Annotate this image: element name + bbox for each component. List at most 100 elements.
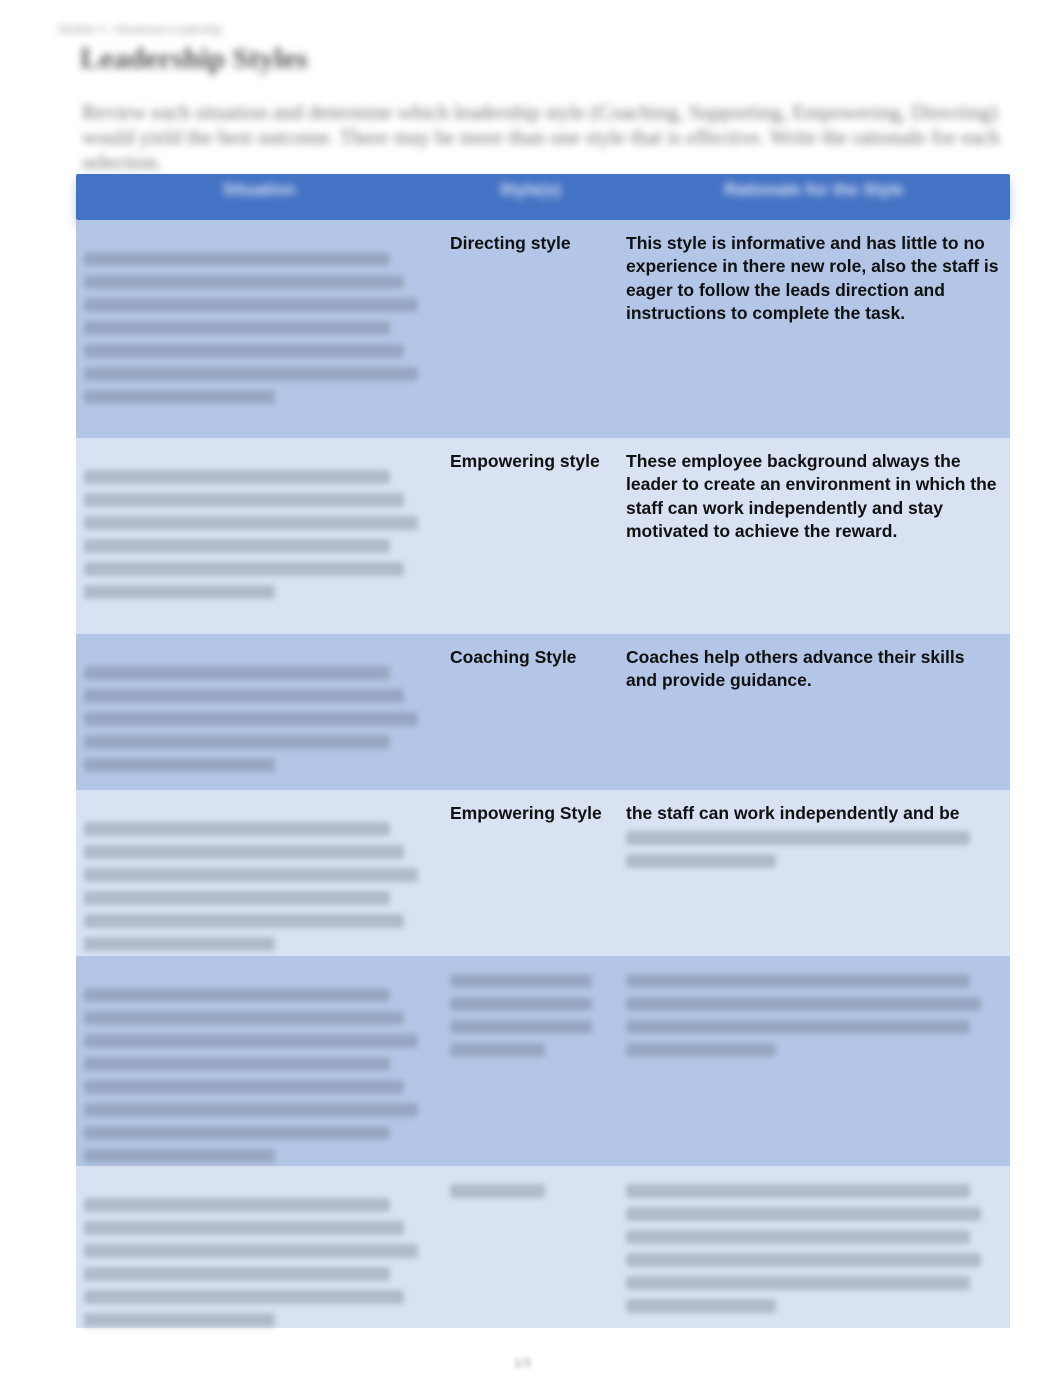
blurred-line — [626, 997, 982, 1011]
blurred-line — [84, 1290, 405, 1304]
situation-cell — [76, 220, 442, 438]
blurred-line — [84, 735, 391, 749]
blurred-line — [84, 914, 405, 928]
situation-text-blurred — [84, 232, 432, 404]
blurred-line — [84, 1034, 419, 1048]
blurred-line — [450, 1184, 545, 1198]
blurred-line — [84, 1057, 391, 1071]
blurred-line — [84, 1103, 419, 1117]
blurred-line — [626, 1020, 971, 1034]
table-row: Empowering Style the staff can work indep… — [76, 790, 1010, 956]
style-cell: Empowering Style — [442, 790, 618, 956]
blurred-line — [626, 831, 971, 846]
blurred-line — [450, 1020, 593, 1034]
blurred-line — [84, 344, 405, 358]
situation-text-blurred — [84, 1178, 432, 1327]
situation-text-blurred — [84, 646, 432, 772]
blurred-line — [626, 1184, 971, 1198]
style-text: Empowering style — [450, 451, 600, 471]
situation-text-blurred — [84, 450, 432, 599]
blurred-line — [84, 845, 405, 859]
rationale-text: the staff can work independently and be — [626, 803, 960, 823]
rationale-cell: These employee background always the lea… — [618, 438, 1010, 634]
blurred-line — [626, 1043, 776, 1057]
table-row: Coaching Style Coaches help others advanc… — [76, 634, 1010, 790]
header-style: Style(s) — [499, 180, 561, 199]
blurred-line — [84, 666, 391, 680]
blurred-line — [84, 493, 405, 507]
rationale-cell: This style is informative and has little… — [618, 220, 1010, 438]
style-cell — [442, 1166, 618, 1328]
blurred-line — [84, 1313, 276, 1327]
blurred-line — [450, 997, 593, 1011]
blurred-line — [626, 1230, 971, 1244]
blurred-line — [450, 1043, 545, 1057]
rationale-text: Coaches help others advance their skills… — [626, 647, 965, 691]
table-row — [76, 956, 1010, 1166]
leadership-styles-table: Situation Style(s) Rationale for the Sty… — [76, 174, 1010, 1328]
style-cell: Directing style — [442, 220, 618, 438]
blurred-line — [84, 1149, 276, 1163]
situation-cell — [76, 1166, 442, 1328]
blurred-line — [626, 854, 776, 869]
style-text: Coaching Style — [450, 647, 577, 667]
style-cell: Coaching Style — [442, 634, 618, 790]
blurred-line — [84, 712, 419, 726]
blurred-line — [84, 1011, 405, 1025]
blurred-line — [84, 1198, 391, 1212]
blurred-line — [84, 1244, 419, 1258]
blurred-line — [626, 974, 971, 988]
style-cell: Empowering style — [442, 438, 618, 634]
blurred-line — [84, 562, 405, 576]
rationale-text: This style is informative and has little… — [626, 233, 999, 323]
blurred-line — [626, 1276, 971, 1290]
blurred-line — [84, 891, 391, 905]
situation-cell — [76, 790, 442, 956]
rationale-text: These employee background always the lea… — [626, 451, 997, 541]
rationale-cell — [618, 956, 1010, 1166]
document-title: Leadership Styles — [80, 42, 308, 75]
blurred-line — [84, 252, 391, 266]
blurred-line — [84, 367, 419, 381]
situation-text-blurred — [84, 968, 432, 1163]
blurred-line — [84, 1221, 405, 1235]
situation-cell — [76, 438, 442, 634]
blurred-line — [84, 585, 276, 599]
situation-text-blurred — [84, 802, 432, 951]
blurred-line — [84, 1267, 391, 1281]
situation-cell — [76, 956, 442, 1166]
blurred-line — [450, 974, 593, 988]
situation-cell — [76, 634, 442, 790]
blurred-line — [84, 390, 276, 404]
table-row: Empowering style These employee backgroun… — [76, 438, 1010, 634]
blurred-line — [84, 1126, 391, 1140]
blurred-line — [84, 689, 405, 703]
rationale-cell: Coaches help others advance their skills… — [618, 634, 1010, 790]
rationale-cell: the staff can work independently and be — [618, 790, 1010, 956]
header-rationale: Rationale for the Style — [724, 180, 904, 199]
blurred-line — [84, 822, 391, 836]
style-text: Empowering Style — [450, 803, 602, 823]
table-header-row: Situation Style(s) Rationale for the Sty… — [76, 174, 1010, 220]
blurred-line — [84, 758, 276, 772]
style-cell — [442, 956, 618, 1166]
page-number: 1/3 — [514, 1356, 531, 1370]
table-body: Directing style This style is informative… — [76, 220, 1010, 1328]
blurred-line — [84, 868, 419, 882]
blurred-line — [84, 937, 276, 951]
blurred-line — [84, 275, 405, 289]
blurred-line — [626, 1299, 776, 1313]
blurred-line — [84, 539, 391, 553]
blurred-line — [84, 470, 391, 484]
blurred-line — [84, 988, 391, 1002]
instructions-paragraph: Review each situation and determine whic… — [82, 100, 1000, 174]
table-row: Directing style This style is informative… — [76, 220, 1010, 438]
blurred-line — [84, 516, 419, 530]
header-situation: Situation — [222, 180, 296, 199]
style-text: Directing style — [450, 233, 571, 253]
blurred-line — [84, 1080, 405, 1094]
blurred-line — [84, 298, 419, 312]
blurred-line — [84, 321, 391, 335]
blurred-line — [626, 1253, 982, 1267]
running-head: Module 3 - Situational Leadership — [58, 22, 223, 36]
